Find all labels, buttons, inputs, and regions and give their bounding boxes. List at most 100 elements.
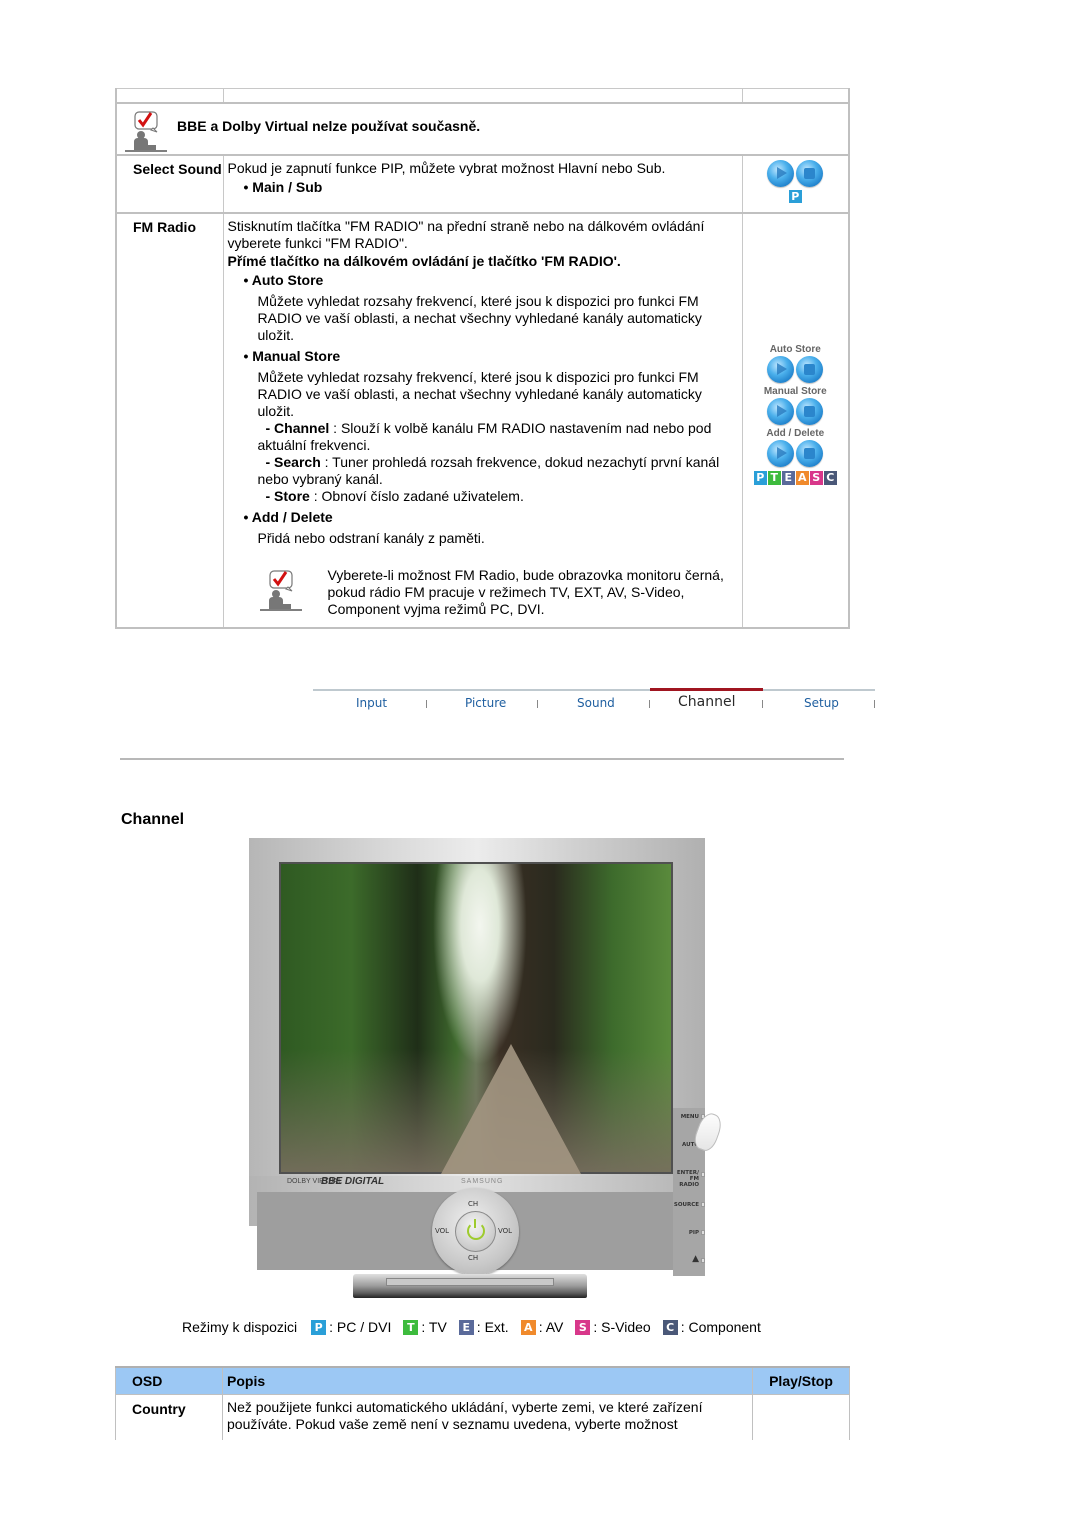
- mode-ext: : Ext.: [476, 1319, 509, 1335]
- fm-radio-note-text: Vyberete-li možnost FM Radio, bude obraz…: [327, 566, 724, 617]
- enter-fm-radio-label[interactable]: ENTER/ FM RADIO: [671, 1170, 699, 1188]
- monitor-screen-image: [279, 862, 673, 1174]
- auto-store-play-icon[interactable]: [767, 355, 795, 383]
- header-popis: Popis: [222, 1366, 753, 1395]
- section-divider: [120, 758, 844, 760]
- description-fm-radio: Stisknutím tlačítka "FM RADIO" na přední…: [222, 211, 743, 629]
- caption-manual-store: Manual Store: [763, 385, 827, 397]
- nav-active-indicator: [650, 688, 763, 691]
- fm-radio-controls: Auto Store Manual Store Add / Delete P T…: [741, 211, 850, 629]
- caption-add-delete: Add / Delete: [766, 427, 825, 439]
- manual-store-title: • Manual Store: [243, 347, 341, 364]
- nav-tab-input[interactable]: Input: [356, 696, 387, 710]
- monitor-bezel: [249, 838, 705, 1176]
- bbe-logo: BBE DIGITAL: [321, 1176, 385, 1187]
- mode-component: : Component: [680, 1319, 761, 1335]
- osd-country-label: Country: [115, 1394, 223, 1440]
- add-delete-title: • Add / Delete: [243, 508, 333, 525]
- stand-slot: [386, 1278, 554, 1286]
- section-title: Channel: [121, 811, 185, 828]
- auto-store-stop-icon[interactable]: [796, 355, 824, 383]
- term-search: - Search: [265, 453, 321, 470]
- osd-table-header: OSD Popis Play/Stop: [115, 1366, 850, 1395]
- power-button[interactable]: [455, 1211, 496, 1252]
- fm-description: Stisknutím tlačítka "FM RADIO" na přední…: [227, 217, 705, 251]
- auto-store-text: Můžete vyhledat rozsahy frekvencí, které…: [257, 292, 702, 343]
- mode-badge-a: A: [795, 470, 809, 485]
- add-delete-text: Přidá nebo odstraní kanály z paměti.: [257, 529, 485, 546]
- add-delete-play-icon[interactable]: [767, 439, 795, 467]
- caption-auto-store: Auto Store: [769, 343, 821, 355]
- fm-direct-button-note: Přímé tlačítko na dálkovém ovládání je t…: [227, 252, 621, 269]
- feature-table: BBE a Dolby Virtual nelze používat souča…: [115, 88, 850, 629]
- term-store: - Store: [265, 487, 310, 504]
- manual-store-play-icon[interactable]: [767, 397, 795, 425]
- header-osd: OSD: [115, 1366, 223, 1395]
- header-play-stop: Play/Stop: [752, 1366, 850, 1395]
- power-side-button[interactable]: [701, 1258, 705, 1263]
- note-row: BBE a Dolby Virtual nelze používat souča…: [115, 101, 850, 155]
- note-check-icon: [259, 569, 302, 611]
- monitor-stand: [353, 1274, 587, 1298]
- mode-badge-e: E: [781, 470, 795, 485]
- modes-label: Režimy k dispozici: [182, 1319, 298, 1335]
- mode-badge-s: S: [575, 1319, 591, 1335]
- mode-badge-c: C: [662, 1319, 678, 1335]
- auto-store-title: • Auto Store: [243, 271, 324, 288]
- table-row: Country Než použijete funkci automatické…: [115, 1394, 850, 1440]
- osd-table: OSD Popis Play/Stop Country Než použijet…: [115, 1366, 850, 1440]
- manual-store-search: - Search : Tuner prohledá rozsah frekven…: [258, 454, 738, 488]
- nav-separator: [874, 700, 875, 708]
- enter-fm-radio-button[interactable]: [701, 1172, 705, 1177]
- select-sound-controls: P: [741, 153, 850, 213]
- term-search-desc: : Tuner prohledá rozsah frekvence, dokud…: [257, 453, 720, 487]
- nav-tab-channel[interactable]: Channel: [678, 694, 735, 710]
- pip-button-label[interactable]: PIP: [689, 1230, 699, 1236]
- vol-up-button[interactable]: VOL: [498, 1227, 512, 1235]
- mode-av: : AV: [538, 1319, 564, 1335]
- mode-badge-s: S: [809, 470, 823, 485]
- speaker-icon: ▲: [692, 1254, 699, 1264]
- mode-badge-t: T: [403, 1319, 419, 1335]
- nav-tab-picture[interactable]: Picture: [465, 696, 506, 710]
- monitor-illustration: DOLBY VIRTUAL BBE DIGITAL SAMSUNG CH CH …: [249, 838, 725, 1302]
- vol-down-button[interactable]: VOL: [435, 1227, 449, 1235]
- bullet-main-sub: • Main / Sub: [243, 178, 323, 195]
- term-store-desc: : Obnoví číslo zadané uživatelem.: [309, 487, 524, 504]
- brand-logo: SAMSUNG: [461, 1178, 504, 1185]
- manual-store-channel: - Channel : Slouží k volbě kanálu FM RAD…: [258, 420, 738, 454]
- description-text: Pokud je zapnutí funkce PIP, můžete vybr…: [227, 159, 666, 176]
- mode-badge-pc: P: [788, 189, 802, 203]
- manual-store-block: Můžete vyhledat rozsahy frekvencí, které…: [228, 369, 738, 505]
- ch-down-button[interactable]: CH: [468, 1254, 478, 1262]
- manual-store-stop-icon[interactable]: [796, 397, 824, 425]
- ch-up-button[interactable]: CH: [468, 1200, 478, 1208]
- garden-path: [441, 1044, 581, 1174]
- label-fm-radio: FM Radio: [115, 211, 224, 629]
- stop-icon[interactable]: [796, 159, 824, 187]
- nav-tab-setup[interactable]: Setup: [804, 696, 839, 710]
- mode-badge-e: E: [458, 1319, 474, 1335]
- pip-button[interactable]: [701, 1230, 705, 1235]
- nav-tab-sound[interactable]: Sound: [577, 696, 615, 710]
- mode-badge-a: A: [520, 1319, 536, 1335]
- description-select-sound: Pokud je zapnutí funkce PIP, můžete vybr…: [222, 153, 743, 213]
- nav-separator: [649, 700, 650, 708]
- source-button[interactable]: [701, 1202, 705, 1207]
- source-button-label[interactable]: SOURCE: [674, 1202, 699, 1208]
- term-channel: - Channel: [265, 419, 330, 436]
- menu-nav: Input Picture Sound Channel Setup: [313, 688, 875, 718]
- menu-button-label[interactable]: MENU: [681, 1114, 699, 1120]
- mode-badge-c: C: [823, 470, 837, 485]
- play-icon[interactable]: [767, 159, 795, 187]
- mode-tv: : TV: [421, 1319, 447, 1335]
- manual-store-store: - Store : Obnoví číslo zadané uživatelem…: [258, 488, 738, 505]
- control-dpad[interactable]: CH CH VOL VOL: [432, 1188, 519, 1275]
- mode-pc-dvi: : PC / DVI: [329, 1319, 392, 1335]
- nav-divider: [313, 689, 875, 691]
- add-delete-stop-icon[interactable]: [796, 439, 824, 467]
- mode-s-video: : S-Video: [593, 1319, 651, 1335]
- nav-separator: [537, 700, 538, 708]
- note-check-icon: [125, 110, 167, 152]
- manual-store-text: Můžete vyhledat rozsahy frekvencí, které…: [257, 368, 702, 419]
